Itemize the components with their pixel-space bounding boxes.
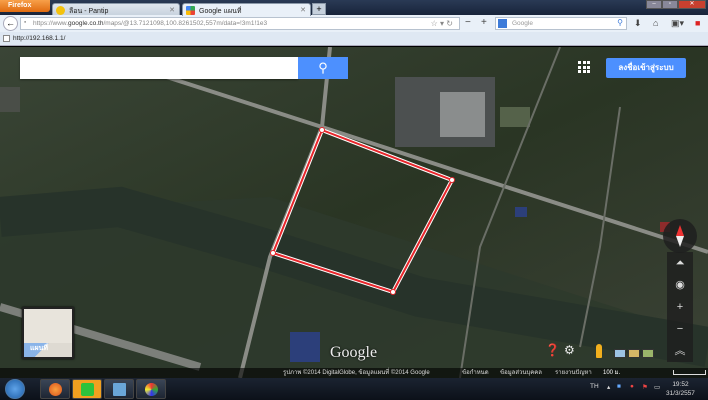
google-logo: Google [330,344,378,361]
home-icon[interactable]: ⌂ [653,18,658,28]
line-icon [81,383,94,396]
bookmarks-bar: http://192.168.1.1/ [0,32,708,46]
attribution-bar: รูปภาพ ©2014 DigitalGlobe, ข้อมูลแผนที่ … [0,368,708,378]
addon-icon[interactable]: ■ [695,18,700,28]
google-engine-icon [498,19,507,28]
map-search-button[interactable]: ⚲ [298,57,348,79]
report-problem-link[interactable]: รายงานปัญหา [555,368,592,378]
bookmarks-icon[interactable]: ▣▾ [671,18,684,29]
language-indicator[interactable]: TH [590,383,599,390]
help-icon[interactable]: ❓ [545,343,560,357]
clock[interactable]: 19:52 31/3/2557 [666,380,695,398]
clock-date: 31/3/2557 [666,390,695,397]
pantip-favicon-icon [56,6,65,15]
pegman-icon[interactable] [596,344,602,358]
settings-gear-icon[interactable]: ⚙ [564,343,575,357]
search-icon[interactable]: ⚲ [617,18,623,27]
satellite-map[interactable]: ⚲ ลงชื่อเข้าสู่ระบบ ⏶ ◉ + − ︽ แผนที่ Goo… [0,47,708,378]
search-placeholder: Google [512,20,533,27]
polygon-vertex[interactable] [449,177,455,183]
expand-icon[interactable]: ︽ [667,340,693,362]
taskbar-network[interactable] [104,379,134,399]
firefox-menu-button[interactable]: Firefox [0,0,50,12]
terms-link[interactable]: ข้อกำหนด [462,368,489,378]
minimize-button[interactable]: – [646,0,662,9]
tilt-icon[interactable]: ⏶ [667,252,693,274]
attribution-text: รูปภาพ ©2014 DigitalGlobe, ข้อมูลแผนที่ … [283,370,430,376]
lock-icon: ▪ [24,19,27,26]
drawn-area-polygon[interactable] [0,47,708,378]
map-search-input[interactable] [20,57,298,79]
tab-label: Google แผนที่ [199,8,242,15]
back-button[interactable]: ← [3,16,18,31]
close-tab-icon[interactable]: ✕ [169,6,175,14]
minimap-label: แผนที่ [30,345,49,352]
search-icon: ⚲ [318,60,328,75]
zoom-out-button[interactable]: − [465,17,471,28]
page-icon [3,35,10,42]
maps-favicon-icon [186,6,195,15]
taskbar: TH ▴ ■ ● ⚑ ▭ 19:52 31/3/2557 [0,378,708,400]
tab-google-maps[interactable]: Google แผนที่ ✕ [182,3,311,16]
taskbar-firefox[interactable] [40,379,70,399]
download-icon[interactable]: ⬇ [634,18,642,29]
polygon-vertex[interactable] [270,250,276,256]
layer-water-icon[interactable] [614,349,626,358]
url-path: /maps/@13.7121098,100.8261502,557m/data=… [103,20,268,27]
map-view-toggle[interactable]: แผนที่ [22,307,74,359]
compass-icon[interactable] [663,219,697,253]
clock-time: 19:52 [672,381,689,388]
maximize-button[interactable]: ▫ [662,0,678,9]
tray-flag-icon[interactable]: ⚑ [642,383,648,391]
close-window-button[interactable]: ✕ [678,0,706,9]
my-location-icon[interactable]: ◉ [667,274,693,296]
sign-in-button[interactable]: ลงชื่อเข้าสู่ระบบ [606,58,686,78]
paint-icon [145,383,158,396]
browser-search-input[interactable]: Google ⚲ [495,17,627,30]
computer-icon [113,383,126,396]
polygon-vertex[interactable] [390,289,396,295]
title-bar: Firefox ลือน - Pantip ✕ Google แผนที่ ✕ … [0,0,708,16]
new-tab-button[interactable]: + [312,3,326,15]
layer-terrain-icon[interactable] [628,349,640,358]
zoom-out-button[interactable]: − [667,318,693,340]
taskbar-line[interactable] [72,379,102,399]
apps-grid-icon[interactable] [578,61,590,73]
nav-bar: ← ▪ https://www.google.co.th/maps/@13.71… [0,15,708,32]
start-button[interactable] [5,379,25,399]
tray-app-icon[interactable]: ■ [617,383,621,390]
zoom-in-button[interactable]: + [481,17,487,28]
url-bar[interactable]: ▪ https://www.google.co.th/maps/@13.7121… [20,17,460,30]
show-hidden-icons[interactable]: ▴ [607,383,610,391]
scale-label: 100 ม. [603,370,621,376]
tray-network-icon[interactable]: ● [630,383,634,390]
layer-map-icon[interactable] [642,349,654,358]
bookmark-star-reload-icon[interactable]: ☆ ▾ ↻ [431,19,453,28]
polygon-vertex[interactable] [319,127,325,133]
scale-bar [673,370,706,375]
privacy-link[interactable]: ข้อมูลส่วนบุคคล [500,368,542,378]
bookmark-link[interactable]: http://192.168.1.1/ [13,35,65,42]
close-tab-icon[interactable]: ✕ [300,6,306,14]
tray-power-icon[interactable]: ▭ [654,383,660,391]
map-controls: ⏶ ◉ + − ︽ [667,252,693,362]
firefox-icon [49,383,62,396]
zoom-in-button[interactable]: + [667,296,693,318]
url-prefix: https://www. [33,20,69,27]
tab-label: ลือน - Pantip [69,8,109,15]
url-domain: google.co.th [68,20,104,27]
taskbar-paint[interactable] [136,379,166,399]
